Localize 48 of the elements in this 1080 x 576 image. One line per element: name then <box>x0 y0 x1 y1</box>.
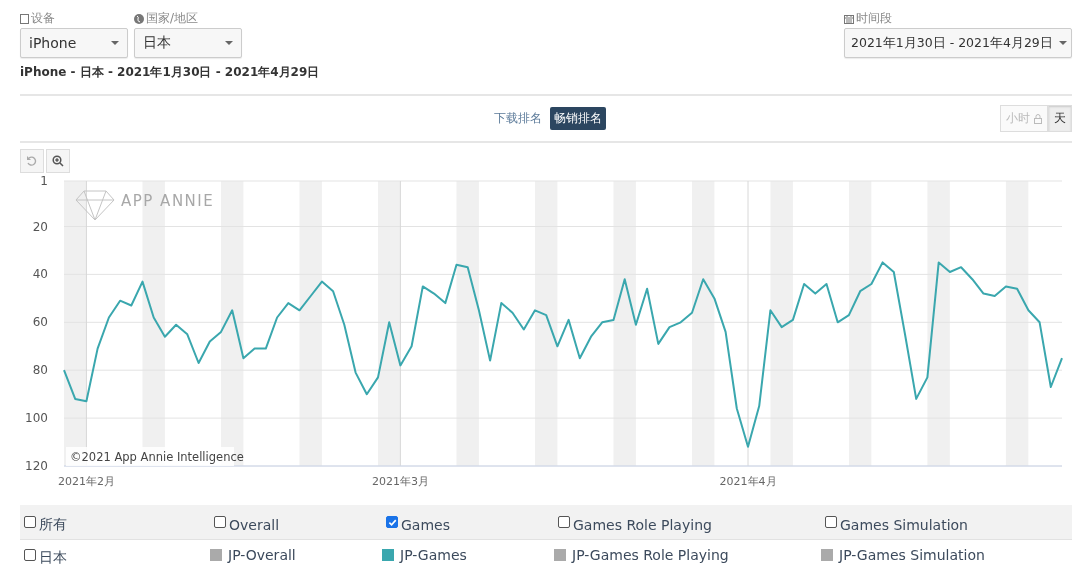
axis-label: 80 <box>32 363 48 378</box>
axis-label: 20 <box>32 219 48 234</box>
category-label: Games Role Playing <box>573 517 712 533</box>
diamond-logo-icon <box>75 190 115 221</box>
summary-title: iPhone - 日本 - 2021年1月30日 - 2021年4月29日 <box>20 64 321 81</box>
caret-icon <box>225 41 233 45</box>
date-range-dropdown[interactable]: 2021年1月30日 - 2021年4月29日 <box>844 28 1072 58</box>
ranking-tab[interactable]: 下载排名 <box>490 107 546 130</box>
category-label: Overall <box>229 517 280 533</box>
ranking-tab[interactable]: 畅销排名 <box>550 107 606 130</box>
undo-icon <box>26 155 38 167</box>
axis-label: 40 <box>32 267 48 282</box>
zoom-icon <box>52 155 64 167</box>
field-label: 时间段 <box>856 10 892 27</box>
dropdown[interactable]: iPhone <box>20 28 128 58</box>
legend-label[interactable]: JP-Games Simulation <box>839 547 985 563</box>
zoom-button[interactable] <box>46 149 70 173</box>
checkbox[interactable] <box>825 516 837 528</box>
checkbox[interactable] <box>24 549 36 561</box>
granularity-button[interactable]: 天 <box>1048 105 1072 132</box>
category-label: Games Simulation <box>840 517 968 533</box>
caret-icon <box>111 41 119 45</box>
dropdown[interactable]: 日本 <box>134 28 242 58</box>
axis-label: 1 <box>40 174 48 188</box>
calendar-icon <box>844 13 854 24</box>
axis-label: 120 <box>25 459 48 473</box>
country-label: 日本 <box>39 549 67 567</box>
copyright-text: ©2021 App Annie Intelligence <box>70 450 244 464</box>
checkbox[interactable] <box>214 516 226 528</box>
lock-icon <box>1034 113 1042 124</box>
axis-label: 2021年2月 <box>57 475 115 488</box>
field-label: 国家/地区 <box>146 10 199 27</box>
legend-label[interactable]: JP-Games Role Playing <box>572 547 729 563</box>
field-label: 设备 <box>31 10 55 27</box>
axis-label: 60 <box>32 315 48 330</box>
logo-text: APP ANNIE <box>121 192 215 210</box>
category-label: Games <box>401 517 450 533</box>
category-label: 所有 <box>39 516 67 534</box>
checkbox[interactable] <box>386 516 398 528</box>
axis-label: 2021年4月 <box>719 475 777 488</box>
checkbox[interactable] <box>558 516 570 528</box>
axis-label: 100 <box>25 411 48 426</box>
legend-label[interactable]: JP-Games <box>400 547 467 563</box>
legend-label[interactable]: JP-Overall <box>228 547 296 563</box>
axis-label: 2021年3月 <box>371 475 429 488</box>
device-icon <box>20 13 29 24</box>
checkbox[interactable] <box>24 516 36 528</box>
caret-icon <box>1059 41 1067 45</box>
